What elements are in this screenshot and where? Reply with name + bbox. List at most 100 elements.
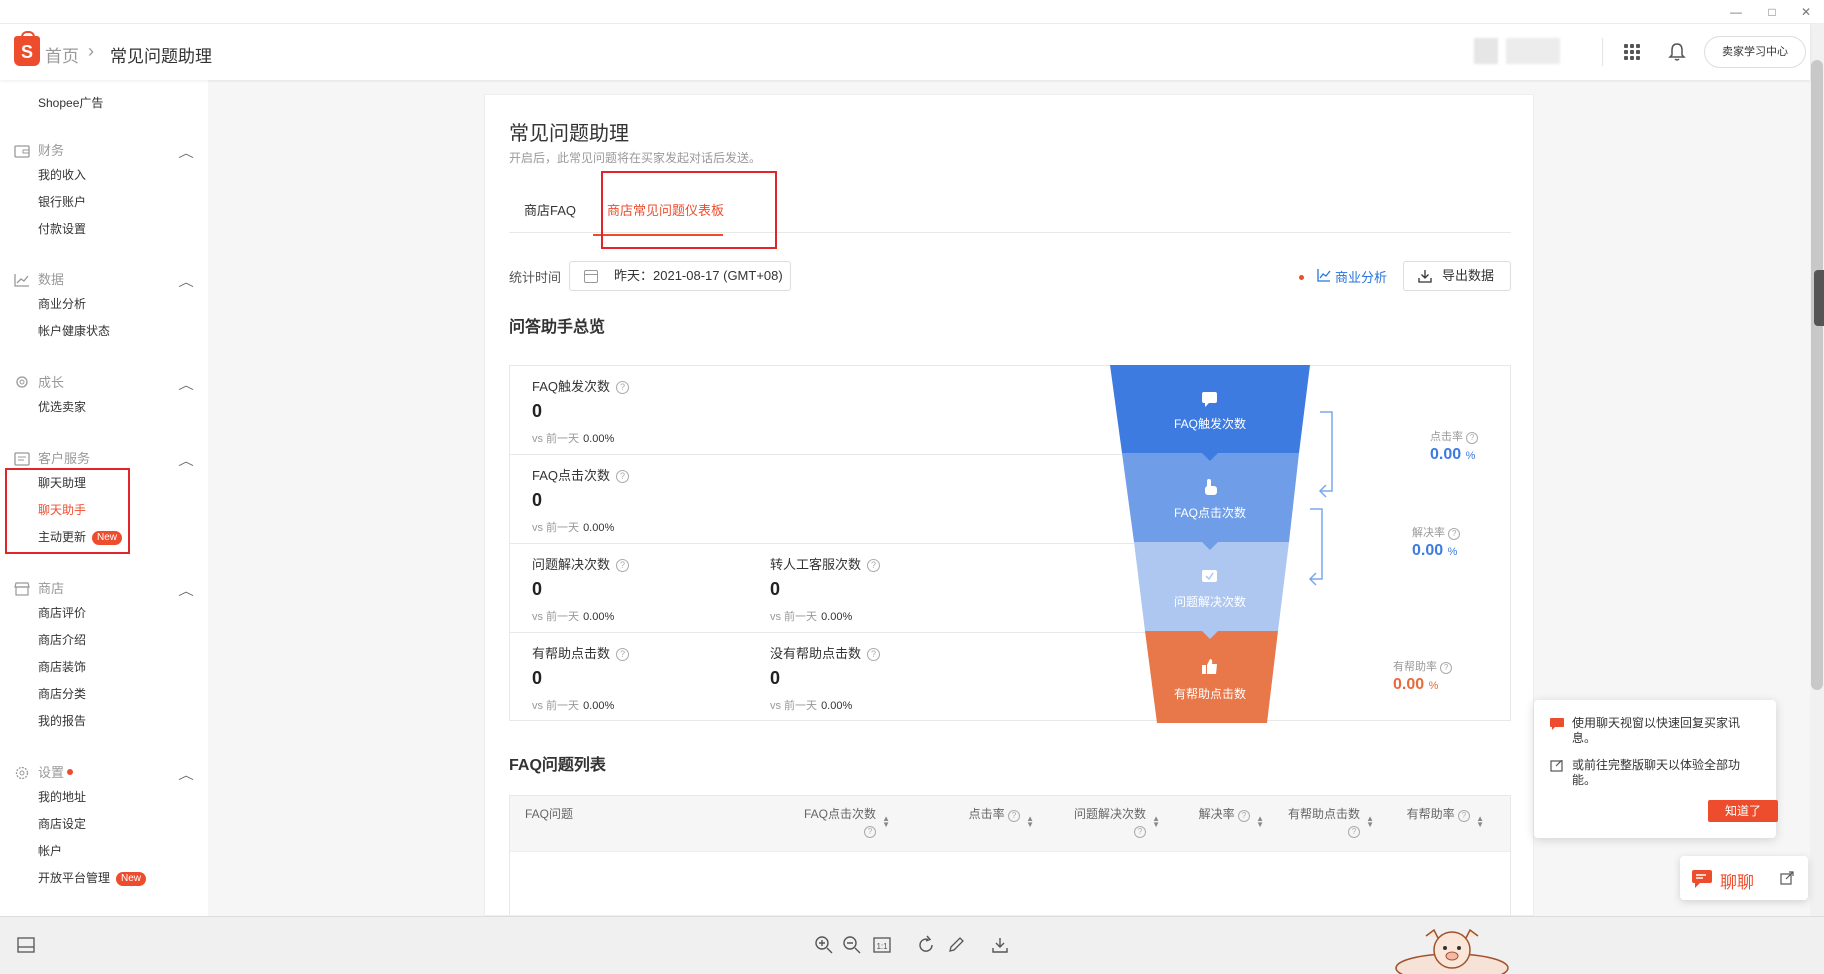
help-icon[interactable]: ? [867,648,881,661]
column-helpful-rate[interactable]: 有帮助率 ? ▲ ▼ [1400,806,1484,829]
sidebar-item-cutoff[interactable]: ··· [0,80,50,89]
sort-icon[interactable]: ▲ ▼ [1476,815,1484,829]
help-icon[interactable]: ? [1238,810,1250,822]
sidebar-group-header[interactable]: 数据 ︿ [0,269,208,291]
help-icon[interactable]: ? [1348,826,1360,838]
rotate-icon[interactable] [916,935,936,955]
help-icon[interactable]: ? [1458,810,1470,822]
actual-size-icon[interactable]: 1:1 [872,935,892,955]
side-panel-handle[interactable] [1814,270,1824,326]
column-label: 点击率 [968,807,1005,821]
sidebar-item-shop-reviews[interactable]: 商店评价 [0,600,208,627]
zoom-out-icon[interactable] [842,935,862,955]
sidebar-item-business-analysis[interactable]: 商业分析 [0,291,208,318]
popup-line-1: 使用聊天视窗以快速回复买家讯息。 [1572,716,1741,745]
sidebar-item-shopee-ads[interactable]: Shopee广告 [0,90,103,117]
sidebar-item-account[interactable]: 帐户 [0,838,208,865]
column-click-rate[interactable]: 点击率 ? ▲ ▼ [960,806,1034,829]
sidebar-item-my-reports[interactable]: 我的报告 [0,708,208,735]
close-button[interactable]: ✕ [1796,3,1816,21]
sidebar-item-shop-decoration[interactable]: 商店装饰 [0,654,208,681]
sidebar-item-label: 主动更新 [38,530,87,544]
sort-icon[interactable]: ▲ ▼ [1152,815,1160,829]
main-card: 常见问题助理 开启后，此常见问题将在买家发起对话后发送。 商店FAQ 商店常见问… [484,94,1534,916]
sort-icon[interactable]: ▲ ▼ [882,815,890,829]
breadcrumb-home[interactable]: 首页 [45,42,79,67]
sidebar-item-preferred-seller[interactable]: 优选卖家 [0,394,208,421]
got-it-button[interactable]: 知道了 [1708,800,1778,822]
sidebar-group-header[interactable]: 财务 ︿ [0,140,208,162]
help-icon[interactable]: ? [1466,432,1479,444]
sidebar-item-account-health[interactable]: 帐户健康状态 [0,318,208,345]
column-label: 有帮助点击数 [1287,807,1360,821]
sidebar-item-shop-settings[interactable]: 商店设定 [0,811,208,838]
sidebar-group-customer-service: 客户服务 ︿ 聊天助理 聊天助手 主动更新 New [0,448,208,551]
help-icon[interactable]: ? [616,381,630,394]
metric-transfer-to-agent: 转人工客服次数? 0 vs 前一天 0.00% [770,554,881,624]
funnel-chart: FAQ触发次数 FAQ点击次数 问题解决次数 有帮助点击数 [1110,365,1333,723]
sidebar-item-my-address[interactable]: 我的地址 [0,784,208,811]
sidebar-item-bank-account[interactable]: 银行账户 [0,189,208,216]
help-icon[interactable]: ? [616,559,630,572]
chevron-up-icon[interactable]: ︿ [178,580,194,602]
maximize-button[interactable]: □ [1762,3,1782,21]
user-name-blurred[interactable] [1474,38,1560,64]
shopee-logo[interactable]: S [14,31,40,66]
column-resolve-rate[interactable]: 解决率 ? ▲ ▼ [1190,806,1264,829]
sidebar-item-shop-categories[interactable]: 商店分类 [0,681,208,708]
notification-dot [1299,275,1304,280]
sidebar-item-chat-assistant[interactable]: 聊天助理 [0,470,208,497]
sidebar-group-header[interactable]: 商店 ︿ [0,578,208,600]
help-icon[interactable]: ? [1440,662,1453,674]
sort-icon[interactable]: ▲ ▼ [1366,815,1374,829]
chevron-up-icon[interactable]: ︿ [178,142,194,164]
column-resolved[interactable]: 问题解决次数 ? ▲ ▼ [1066,806,1160,838]
tab-shop-faq[interactable]: 商店FAQ [524,191,576,233]
sidebar-group-header[interactable]: 客户服务 ︿ [0,448,208,470]
business-analysis-link[interactable]: 商业分析 [1317,267,1387,286]
sidebar-item-payment-settings[interactable]: 付款设置 [0,216,208,243]
help-icon[interactable]: ? [1008,810,1020,822]
help-icon[interactable]: ? [1448,528,1461,540]
column-faq-clicks[interactable]: FAQ点击次数 ? ▲ ▼ [800,806,890,838]
help-icon[interactable]: ? [867,559,881,572]
sidebar-group-header[interactable]: 成长 ︿ [0,372,208,394]
help-icon[interactable]: ? [616,470,630,483]
sort-icon[interactable]: ▲ ▼ [1026,815,1034,829]
chevron-up-icon[interactable]: ︿ [178,271,194,293]
column-label: 有帮助率 [1406,807,1455,821]
sidebar-item-open-platform[interactable]: 开放平台管理 New [0,865,208,892]
chevron-up-icon[interactable]: ︿ [178,374,194,396]
column-label: FAQ点击次数 [803,807,876,821]
apps-grid-icon[interactable] [1624,44,1640,60]
zoom-in-icon[interactable] [814,935,834,955]
sidebar-item-my-income[interactable]: 我的收入 [0,162,208,189]
download-icon[interactable] [990,935,1010,955]
chevron-up-icon[interactable]: ︿ [178,450,194,472]
sort-icon[interactable]: ▲ ▼ [1256,815,1264,829]
chat-icon [1550,718,1564,730]
rate-unit: % [1428,680,1439,692]
panel-toggle-icon[interactable] [16,935,36,955]
popout-icon[interactable] [1780,871,1794,885]
help-icon[interactable]: ? [864,826,876,838]
sidebar-item-shop-profile[interactable]: 商店介绍 [0,627,208,654]
edit-icon[interactable] [946,935,966,955]
sidebar-group-header[interactable]: 设置 ︿ [0,762,208,784]
help-icon[interactable]: ? [1134,826,1146,838]
faq-table: FAQ问题 FAQ点击次数 ? ▲ ▼ 点击率 ? ▲ ▼ 问题解决次数 ? ▲ ▼ 解决率… [509,795,1511,915]
export-data-button[interactable]: 导出数据 [1403,261,1511,291]
date-picker[interactable]: 昨天：2021-08-17 (GMT+08) [569,261,791,291]
help-icon[interactable]: ? [616,648,630,661]
column-helpful-clicks[interactable]: 有帮助点击数 ? ▲ ▼ [1286,806,1374,838]
seller-learning-center-button[interactable]: 卖家学习中心 [1704,36,1806,68]
chevron-up-icon[interactable]: ︿ [178,764,194,786]
scrollbar-thumb[interactable] [1811,60,1823,690]
sidebar-item-proactive-update[interactable]: 主动更新 New [0,524,208,551]
chat-launcher-button[interactable]: 聊聊 [1680,856,1808,900]
calendar-icon [584,270,598,283]
bell-icon[interactable] [1668,42,1686,62]
sidebar-item-chat-helper[interactable]: 聊天助手 [0,497,208,524]
minimize-button[interactable]: — [1726,3,1746,21]
metric-value: 0 [532,401,543,421]
